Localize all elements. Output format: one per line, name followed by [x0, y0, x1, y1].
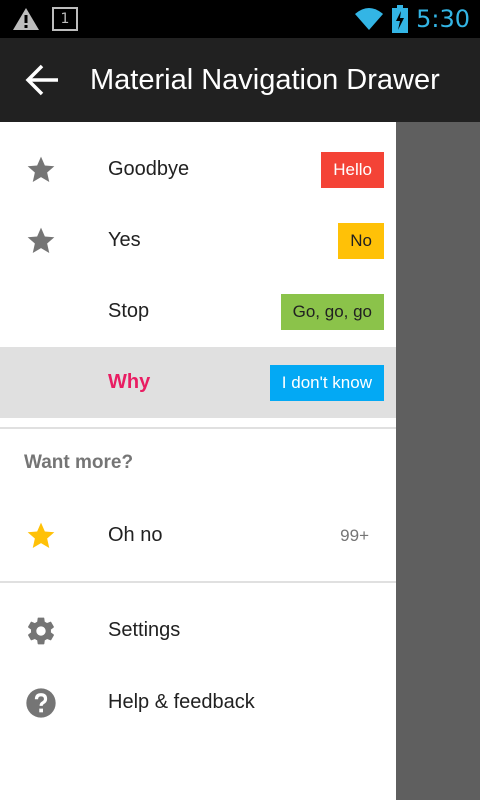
drawer-item-label: Stop	[108, 300, 150, 322]
warning-icon	[13, 8, 39, 30]
notification-number: 1	[60, 11, 70, 27]
drawer-item-label: Yes	[108, 229, 141, 251]
star-icon	[27, 227, 55, 253]
status-bar: 1 5:30	[0, 0, 480, 38]
navigation-drawer: Goodbye Hello Yes No Stop Go, go, go Why…	[0, 122, 396, 800]
drawer-item-label: Settings	[108, 619, 181, 641]
divider	[0, 427, 396, 429]
drawer-item-settings[interactable]: Settings	[0, 595, 396, 666]
arrow-back-icon[interactable]	[22, 62, 62, 98]
drawer-item-goodbye[interactable]: Goodbye Hello	[0, 134, 396, 205]
toolbar-title: Material Navigation Drawer	[90, 64, 440, 96]
wifi-icon	[355, 8, 384, 30]
drawer-item-yes[interactable]: Yes No	[0, 205, 396, 276]
drawer-item-label: Oh no	[108, 524, 163, 546]
badge-no: No	[338, 223, 384, 259]
badge-i-dont-know: I don't know	[269, 365, 384, 401]
gear-icon	[28, 617, 54, 645]
drawer-item-label: Help & feedback	[108, 691, 255, 713]
divider	[0, 581, 396, 583]
drawer-item-help-feedback[interactable]: Help & feedback	[0, 667, 396, 738]
badge-go: Go, go, go	[280, 294, 384, 330]
star-icon	[27, 156, 55, 182]
count-badge: 99+	[340, 526, 369, 545]
help-icon	[26, 688, 56, 718]
status-bar-left: 1	[12, 7, 78, 31]
status-bar-right: 5:30	[354, 0, 470, 38]
drawer-item-oh-no[interactable]: Oh no 99+	[0, 500, 396, 571]
notification-box-icon: 1	[52, 7, 78, 31]
toolbar: Material Navigation Drawer	[0, 38, 480, 122]
badge-hello: Hello	[321, 152, 384, 188]
drawer-scrim[interactable]	[396, 122, 480, 800]
drawer-item-why[interactable]: Why I don't know	[0, 347, 396, 418]
drawer-item-label: Why	[108, 371, 151, 393]
section-subheader: Want more?	[24, 452, 134, 473]
drawer-item-label: Goodbye	[108, 158, 190, 180]
drawer-item-stop[interactable]: Stop Go, go, go	[0, 276, 396, 347]
status-time: 5:30	[416, 5, 470, 33]
battery-charging-icon	[392, 5, 409, 33]
star-icon	[27, 522, 55, 548]
